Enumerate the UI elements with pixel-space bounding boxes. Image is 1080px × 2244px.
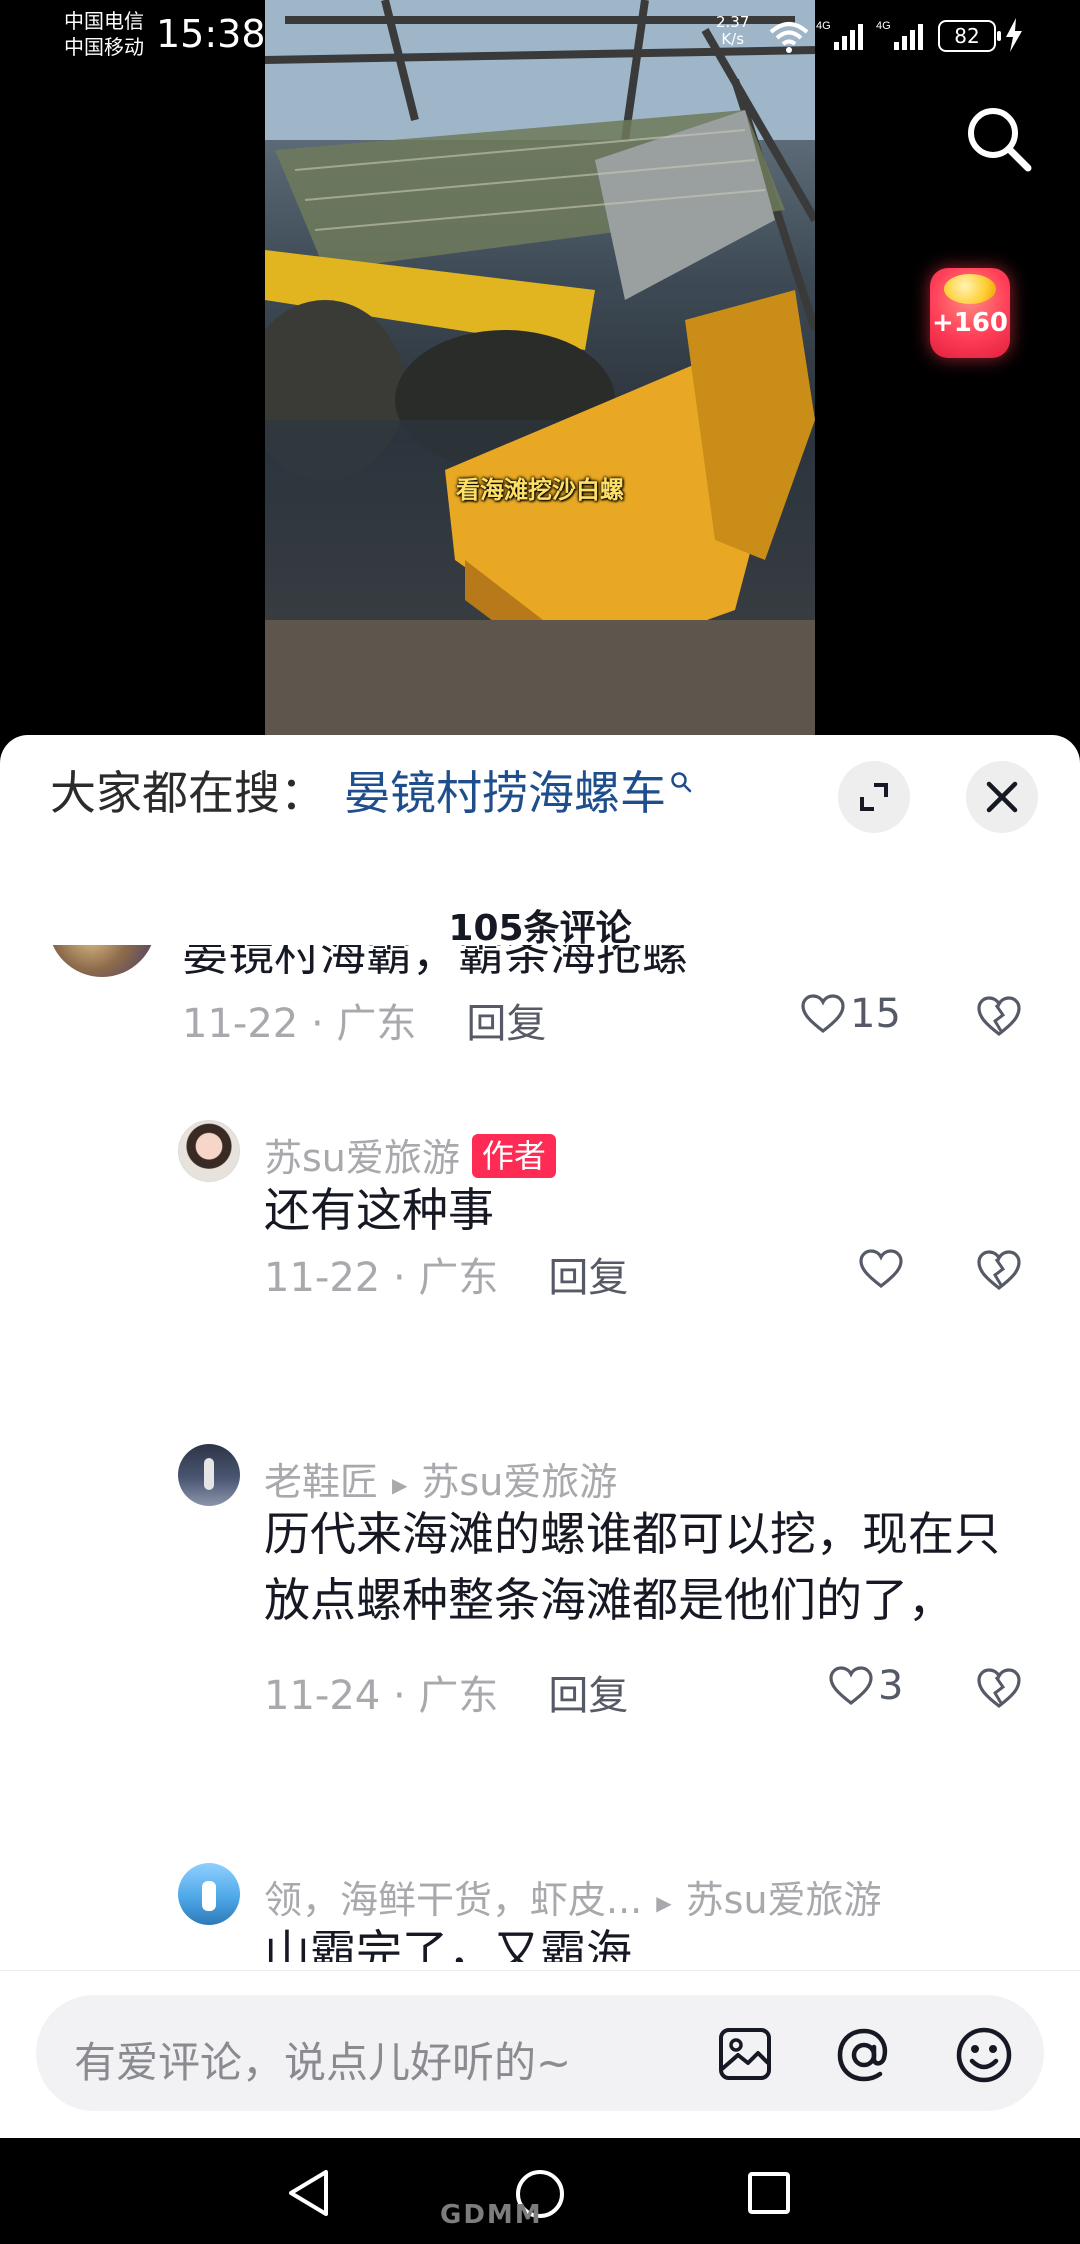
reply-button[interactable]: 回复 — [548, 1255, 628, 1301]
search-hint-prefix: 大家都在搜： — [50, 766, 326, 820]
reply-arrow-icon: ▶ — [392, 1472, 408, 1497]
close-icon — [986, 781, 1018, 813]
dislike-icon[interactable] — [976, 1249, 1022, 1291]
dislike-icon[interactable] — [976, 995, 1022, 1037]
comment-text: 晏镜村海霸，霸条海抢螺 — [182, 945, 688, 981]
comment-location: 广东 — [418, 1255, 499, 1301]
status-time: 15:38 — [156, 12, 266, 56]
expand-button[interactable] — [838, 761, 910, 833]
charging-icon — [1006, 18, 1022, 52]
network-speed-unit: K/s — [721, 30, 745, 48]
recents-icon[interactable] — [746, 2170, 792, 2216]
mini-search-icon — [671, 772, 692, 793]
heart-icon — [829, 1666, 873, 1706]
author-badge: 作者 — [471, 1134, 556, 1178]
search-hint-keyword[interactable]: 晏镜村捞海螺车 — [344, 766, 666, 820]
carrier-1: 中国电信 — [64, 9, 144, 33]
video-scene — [265, 0, 815, 735]
network-speed-value: 2.37 — [716, 13, 750, 31]
like-count: 15 — [850, 991, 901, 1037]
dislike-icon[interactable] — [976, 1667, 1022, 1709]
avatar[interactable] — [178, 1444, 240, 1506]
like-button[interactable]: 15 — [800, 991, 901, 1037]
avatar[interactable] — [178, 1120, 240, 1182]
search-icon[interactable] — [964, 104, 1034, 174]
signal-4g-icon-2: 4G — [876, 20, 923, 50]
video-caption: 看海滩挖沙白螺 — [456, 476, 624, 504]
comment-list[interactable]: 晏镜村海霸，霸条海抢螺 11-22 · 广东 回复 15 苏su爱旅游 作者 还有这… — [0, 945, 1080, 1962]
like-button[interactable]: 3 — [828, 1663, 903, 1709]
username[interactable]: 苏su爱旅游 — [264, 1136, 460, 1180]
expand-icon — [860, 783, 888, 811]
reply-to-username[interactable]: 苏su爱旅游 — [686, 1878, 882, 1922]
like-count: 3 — [878, 1663, 904, 1709]
battery-indicator: 82 — [938, 20, 1001, 52]
heart-icon[interactable] — [858, 1249, 904, 1289]
reply-button[interactable]: 回复 — [466, 1001, 546, 1047]
reward-label: +160 — [931, 308, 1009, 338]
signal-4g-icon-1: 4G — [816, 20, 863, 50]
comment-meta: 11-22 · 广东 回复 — [182, 1001, 547, 1047]
close-button[interactable] — [966, 761, 1038, 833]
network-speed: 2.37 K/s — [716, 14, 749, 48]
svg-text:4G: 4G — [816, 20, 831, 32]
comment-text: 山霸完了，又霸海 — [264, 1925, 632, 1962]
heart-icon — [801, 994, 845, 1034]
comment-username[interactable]: 老鞋匠 ▶ 苏su爱旅游 — [264, 1451, 617, 1506]
comment-username[interactable]: 苏su爱旅游 作者 — [264, 1127, 556, 1182]
reply-arrow-icon: ▶ — [656, 1890, 672, 1915]
status-bar: 中国电信 中国移动 15:38 2.37 K/s 4G 4G 82 — [0, 0, 1080, 72]
gold-coin-icon — [944, 274, 996, 304]
carrier-labels: 中国电信 中国移动 — [64, 8, 144, 60]
trending-search-hint[interactable]: 大家都在搜： 晏镜村捞海螺车 — [50, 765, 692, 821]
username[interactable]: 领，海鲜干货，虾皮... — [264, 1878, 642, 1922]
comment-input-bar: 有爱评论，说点儿好听的~ — [0, 1970, 1080, 2138]
wifi-icon — [769, 22, 809, 53]
comment-meta: 11-22 · 广东 回复 — [264, 1255, 629, 1301]
comment-date: 11-24 — [264, 1673, 381, 1719]
comments-sheet: 大家都在搜： 晏镜村捞海螺车 105条评论 晏镜村海霸，霸条海抢螺 11-22 ·… — [0, 735, 1080, 2138]
comment-input[interactable]: 有爱评论，说点儿好听的~ — [36, 1995, 1044, 2111]
image-icon[interactable] — [716, 2025, 774, 2083]
reply-button[interactable]: 回复 — [548, 1673, 628, 1719]
watermark: GDMM — [440, 2200, 543, 2230]
username[interactable]: 老鞋匠 — [264, 1460, 378, 1504]
comment-meta: 11-24 · 广东 回复 — [264, 1673, 629, 1719]
comment-date: 11-22 — [264, 1255, 381, 1301]
video-player[interactable]: 看海滩挖沙白螺 中国电信 中国移动 15:38 2.37 K/s 4G 4G 8… — [0, 0, 1080, 735]
mention-icon[interactable] — [834, 2025, 894, 2085]
comment-date: 11-22 — [182, 1001, 299, 1047]
comment-input-placeholder[interactable]: 有爱评论，说点儿好听的~ — [74, 2029, 571, 2090]
comment-location: 广东 — [418, 1673, 499, 1719]
reward-badge[interactable]: +160 — [930, 268, 1010, 358]
back-icon[interactable] — [286, 2168, 332, 2218]
comment-text: 历代来海滩的螺谁都可以挖，现在只放点螺种整条海滩都是他们的了， — [264, 1507, 1000, 1627]
comment-count: 105条评论 — [448, 908, 632, 949]
avatar[interactable] — [48, 945, 156, 977]
reply-to-username[interactable]: 苏su爱旅游 — [421, 1460, 617, 1504]
comment-location: 广东 — [336, 1001, 417, 1047]
comment-username[interactable]: 领，海鲜干货，虾皮... ▶ 苏su爱旅游 — [264, 1869, 882, 1924]
avatar[interactable] — [178, 1863, 240, 1925]
video-frame[interactable]: 看海滩挖沙白螺 — [265, 0, 815, 735]
comment-text: 还有这种事 — [264, 1183, 494, 1237]
emoji-icon[interactable] — [954, 2025, 1014, 2085]
svg-text:4G: 4G — [876, 20, 891, 32]
carrier-2: 中国移动 — [64, 35, 144, 59]
